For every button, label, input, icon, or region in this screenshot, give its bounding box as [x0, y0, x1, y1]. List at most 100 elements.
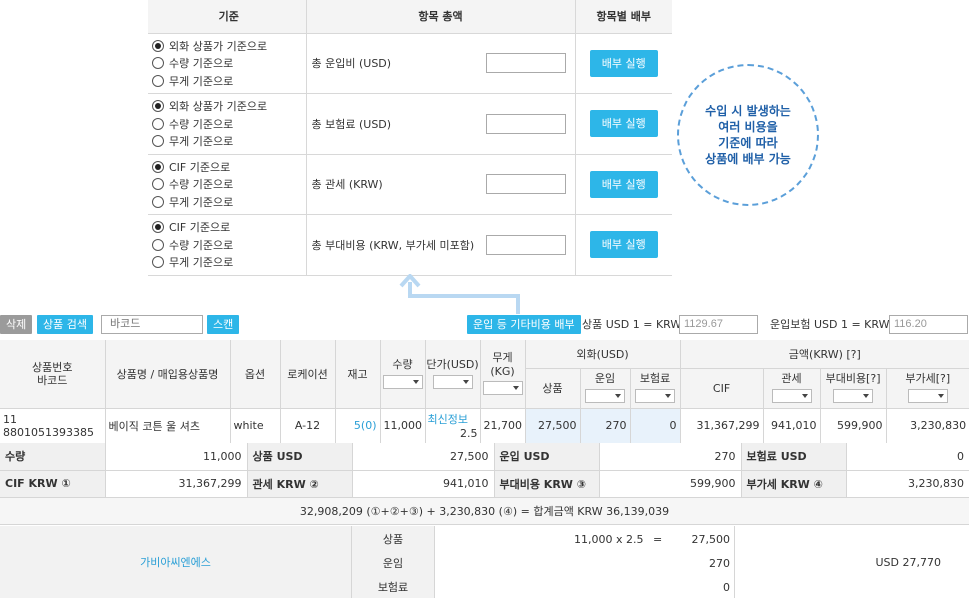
col-stock: 재고: [335, 340, 381, 409]
cell-name: 베이직 코튼 울 셔츠: [105, 408, 231, 444]
latest-info-link[interactable]: 최신정보: [428, 413, 468, 426]
cell-stock[interactable]: 5(0): [335, 408, 381, 444]
toolbar: 삭제 상품 검색 스캔 운입 등 기타비용 배부 상품 USD 1 = KRW …: [0, 312, 969, 336]
filter-dropdown[interactable]: [432, 374, 473, 389]
radio-option[interactable]: 수량 기준으로: [152, 55, 306, 73]
table-row[interactable]: 11 8801051393385 베이직 코튼 울 셔츠 white A-12 5…: [0, 408, 969, 444]
filter-dropdown[interactable]: [833, 389, 874, 403]
allocation-table: 기준 항목 총액 항목별 배부 외화 상품가 기준으로 수량 기준으로 무게 기…: [148, 0, 672, 276]
allocate-button[interactable]: 배부 실행: [589, 49, 658, 77]
supplier-calc: 11,000 x 2.5 = 27,500 270 0: [435, 526, 735, 598]
radio-button[interactable]: [152, 195, 164, 208]
radio-button[interactable]: [152, 135, 164, 148]
cell-fx-product: 27,500: [525, 408, 581, 444]
cell-location: A-12: [280, 408, 336, 444]
filter-dropdown[interactable]: [771, 389, 812, 403]
summary-row: 수량 11,000 상품 USD 27,500 운입 USD 270 보험료 U…: [0, 443, 969, 471]
filter-dropdown[interactable]: [585, 389, 625, 403]
radio-option[interactable]: 무게 기준으로: [152, 72, 306, 90]
cell-fx-insurance: 0: [630, 408, 681, 444]
item-label: 총 운입비 (USD): [311, 57, 392, 71]
cell-qty[interactable]: 11,000: [380, 408, 426, 444]
scan-button[interactable]: 스캔: [207, 315, 240, 334]
cell-duty: 941,010: [763, 408, 821, 444]
radio-button[interactable]: [152, 100, 164, 113]
cell-cif: 31,367,299: [680, 408, 764, 444]
total-formula: 32,908,209 (①+②+③) + 3,230,830 (④) = 합계금…: [0, 498, 969, 525]
radio-option[interactable]: 외화 상품가 기준으로: [152, 37, 306, 55]
total-freight-input[interactable]: [485, 53, 566, 74]
supplier-labels: 상품 운임 보험료: [352, 526, 435, 598]
col-option: 옵션: [230, 340, 281, 409]
total-duty-input[interactable]: [485, 174, 566, 195]
radio-option[interactable]: 무게 기준으로: [152, 193, 306, 211]
other-cost-allocate-button[interactable]: 운입 등 기타비용 배부: [467, 315, 581, 334]
radio-button[interactable]: [152, 256, 164, 269]
total-insurance-input[interactable]: [485, 113, 566, 134]
col-fx-freight: 운임: [580, 368, 631, 409]
radio-button[interactable]: [152, 74, 164, 87]
product-grid: 상품번호 바코드 상품명 / 매입용상품명 옵션 로케이션 재고 수량 단가(U…: [0, 340, 969, 444]
cell-fx-freight: 270: [580, 408, 631, 444]
allocation-row-duty: CIF 기준으로 수량 기준으로 무게 기준으로 총 관세 (KRW) 배부 실…: [148, 154, 672, 215]
radio-button[interactable]: [152, 221, 164, 234]
radio-option[interactable]: 수량 기준으로: [152, 176, 306, 194]
radio-button[interactable]: [152, 57, 164, 70]
total-extra-input[interactable]: [485, 234, 566, 255]
col-extra: 부대비용[?]: [820, 368, 887, 409]
radio-button[interactable]: [152, 117, 164, 130]
radio-button[interactable]: [152, 160, 164, 173]
allocation-row-insurance: 외화 상품가 기준으로 수량 기준으로 무게 기준으로 총 보험료 (USD) …: [148, 93, 672, 155]
radio-button[interactable]: [152, 238, 164, 251]
product-fx-input[interactable]: [679, 315, 758, 334]
supplier-section: 가비아씨엔에스 상품 운임 보험료 11,000 x 2.5 = 27,500 27…: [0, 526, 969, 598]
col-code: 상품번호 바코드: [0, 340, 106, 409]
radio-option[interactable]: 외화 상품가 기준으로: [152, 98, 306, 116]
filter-dropdown[interactable]: [482, 381, 523, 396]
cell-vat: 3,230,830: [886, 408, 969, 444]
col-name: 상품명 / 매입용상품명: [105, 340, 231, 409]
col-cif: CIF: [680, 368, 764, 409]
insurance-fx-label: 운입보험 USD 1 = KRW: [770, 318, 890, 331]
radio-option[interactable]: 수량 기준으로: [152, 115, 306, 133]
filter-dropdown[interactable]: [382, 374, 423, 389]
col-weight: 무게(KG): [480, 340, 526, 409]
cell-weight[interactable]: 21,700: [480, 408, 526, 444]
filter-dropdown[interactable]: [907, 389, 948, 403]
allocation-row-freight: 외화 상품가 기준으로 수량 기준으로 무게 기준으로 총 운입비 (USD) …: [148, 33, 672, 94]
barcode-input[interactable]: [101, 315, 203, 334]
cell-unit-price[interactable]: 최신정보 2.5: [425, 408, 481, 444]
allocate-button[interactable]: 배부 실행: [589, 110, 658, 138]
item-label: 총 관세 (KRW): [311, 178, 383, 192]
col-location: 로케이션: [280, 340, 336, 409]
col-qty: 수량: [380, 340, 426, 409]
header-basis: 기준: [148, 0, 307, 34]
col-unit-price: 단가(USD): [425, 340, 481, 409]
radio-option[interactable]: CIF 기준으로: [152, 219, 306, 237]
supplier-name[interactable]: 가비아씨엔에스: [0, 526, 352, 598]
allocate-button[interactable]: 배부 실행: [589, 231, 658, 259]
delete-button[interactable]: 삭제: [0, 315, 33, 334]
cell-option: white: [230, 408, 281, 444]
cell-extra: 599,900: [820, 408, 887, 444]
supplier-total: USD 27,770: [875, 555, 942, 569]
callout-bubble: 수입 시 발생하는 여러 비용을 기준에 따라 상품에 배부 가능: [677, 64, 819, 206]
item-label: 총 보험료 (USD): [311, 117, 392, 131]
radio-button[interactable]: [152, 178, 164, 191]
allocation-row-extra: CIF 기준으로 수량 기준으로 무게 기준으로 총 부대비용 (KRW, 부가…: [148, 214, 672, 276]
filter-dropdown[interactable]: [635, 389, 676, 403]
col-fx-product: 상품: [525, 368, 581, 409]
product-search-button[interactable]: 상품 검색: [37, 315, 93, 334]
header-allocate: 항목별 배부: [575, 0, 672, 34]
radio-option[interactable]: 수량 기준으로: [152, 236, 306, 254]
radio-option[interactable]: 무게 기준으로: [152, 133, 306, 151]
radio-button[interactable]: [152, 39, 164, 52]
col-group-krw: 금액(KRW) [?]: [680, 340, 969, 369]
radio-option[interactable]: 무게 기준으로: [152, 254, 306, 272]
radio-option[interactable]: CIF 기준으로: [152, 158, 306, 176]
insurance-fx-input[interactable]: [889, 315, 968, 334]
col-fx-insurance: 보험료: [630, 368, 681, 409]
col-group-fx: 외화(USD): [525, 340, 681, 369]
allocate-button[interactable]: 배부 실행: [589, 170, 658, 198]
summary-table: 수량 11,000 상품 USD 27,500 운입 USD 270 보험료 U…: [0, 443, 969, 498]
